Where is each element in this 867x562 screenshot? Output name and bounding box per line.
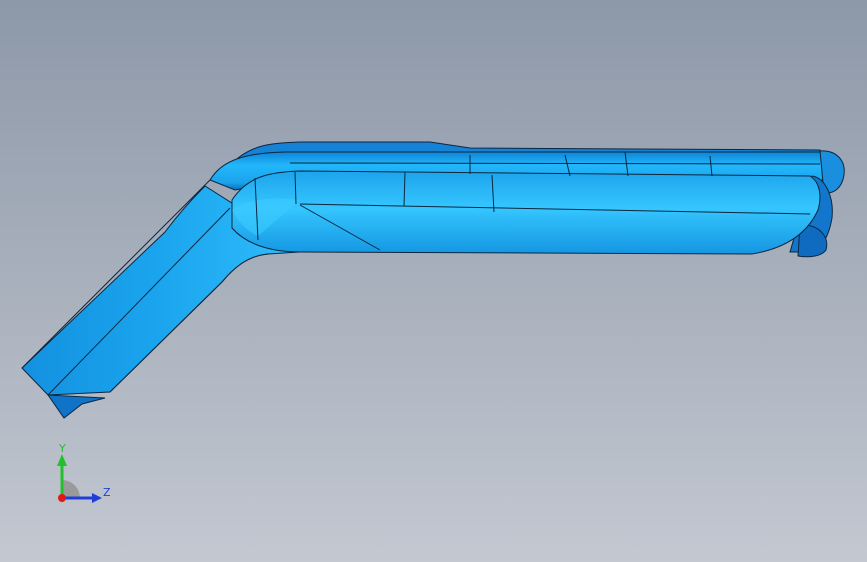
orientation-triad: Y Z (40, 440, 120, 510)
triad-graphic (57, 454, 102, 503)
cad-viewport[interactable]: Y Z (0, 0, 867, 562)
tip-cap[interactable] (47, 394, 106, 419)
3d-model[interactable] (0, 0, 867, 562)
z-axis-label: Z (103, 486, 111, 499)
x-axis-origin-icon (58, 494, 66, 502)
y-axis-label: Y (59, 442, 66, 455)
